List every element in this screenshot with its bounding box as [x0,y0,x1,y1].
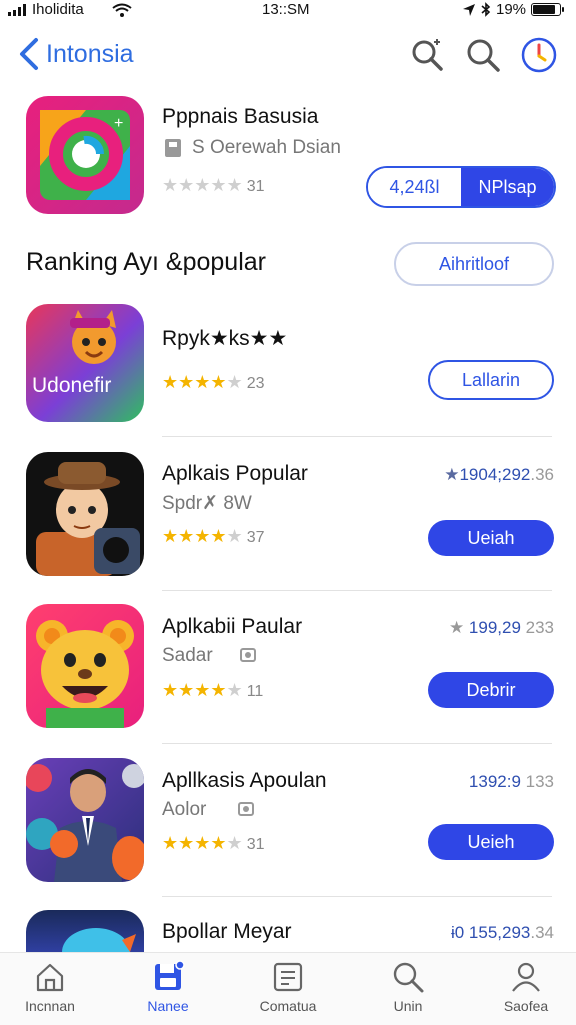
featured-action-button[interactable]: NPlsap [461,168,554,206]
search-plus-icon[interactable] [408,36,446,74]
app-subtitle: Sadar [162,645,213,666]
divider [162,590,552,591]
app-title[interactable]: Rpyk★ks★★ [162,326,287,351]
tab-documents[interactable]: Comatua [238,960,338,1014]
document-icon [273,962,303,992]
battery-percent: 19% [496,1,527,18]
person-icon [512,962,540,992]
save-icon [155,960,185,990]
location-icon [463,3,475,16]
tab-label: Nanee [147,998,189,1014]
app-subtitle: Spdr✗ 8W [162,493,252,514]
tab-saved[interactable]: Nanee [118,960,218,1014]
back-chevron-icon[interactable] [16,36,44,72]
wifi-icon [112,3,132,17]
featured-app-subtitle: S Oerewah Dsian [192,137,341,158]
account-icon[interactable] [520,36,558,74]
search-icon[interactable] [464,36,502,74]
signal-icon [8,4,26,16]
tab-label: Incnnan [25,998,75,1014]
app-price: ★ 199,29 233 [448,618,554,637]
app-title[interactable]: Apllkasis Apoulan [162,769,327,793]
tab-search[interactable]: Unin [358,960,458,1014]
divider [162,743,552,744]
app-rating: ★★★★★ 37 [162,526,265,546]
badge-icon [238,802,254,816]
divider [162,896,552,897]
tab-home[interactable]: Incnnan [0,960,100,1014]
app-icon[interactable]: Udonefir [26,304,144,422]
app-price: 1392:9 133 [468,772,554,791]
app-title[interactable]: Aplkabii Paular [162,615,302,639]
app-get-button[interactable]: Lallarin [428,360,554,400]
tab-profile[interactable]: Saofea [476,960,576,1014]
tab-label: Unin [393,998,423,1014]
app-subtitle: Aolor [162,799,207,820]
search-icon [393,962,424,993]
app-open-button[interactable]: Ueieh [428,824,554,860]
app-icon[interactable] [26,910,144,952]
featured-action-group[interactable]: 4,24ßl NPlsap [366,166,556,208]
badge-icon [240,648,256,662]
app-title[interactable]: Bpollar Meyar [162,920,292,944]
clock: 13::SM [262,1,310,18]
app-rating: ★★★★★ 11 [162,680,264,700]
developer-icon [165,139,181,157]
featured-app-rating: ★★★★★ 31 [162,175,265,195]
status-right: 19% [462,1,565,18]
app-icon[interactable] [26,758,144,882]
app-icon[interactable] [26,604,144,728]
app-rating: ★★★★★ 23 [162,372,265,392]
featured-app-title[interactable]: Pppnais Basusia [162,105,318,129]
app-price: ɨ0 155,293.34 [450,923,554,942]
app-price: ★1904;292.36 [444,465,554,484]
bluetooth-icon [481,2,491,17]
tab-label: Comatua [259,998,317,1014]
app-icon[interactable] [26,452,144,576]
battery-icon [531,3,565,16]
app-open-button[interactable]: Ueiah [428,520,554,556]
app-icon-label: Udonefir [32,374,111,397]
section-more-button[interactable]: Aihritloof [394,242,554,286]
svg-text:+: + [114,115,123,132]
nav-title[interactable]: Intonsia [46,40,134,69]
section-title: Ranking Ayı &popular [26,248,266,276]
tab-label: Saofea [503,998,549,1014]
featured-app-icon[interactable]: + [26,96,144,214]
home-icon [36,963,64,992]
app-open-button[interactable]: Debrir [428,672,554,708]
divider [162,436,552,437]
app-title[interactable]: Aplkais Popular [162,462,308,486]
app-rating: ★★★★★ 31 [162,833,265,853]
status-bar: Iholidita 13::SM 19% [0,0,576,22]
featured-price[interactable]: 4,24ßl [368,168,461,206]
carrier-label: Iholidita [32,1,84,18]
